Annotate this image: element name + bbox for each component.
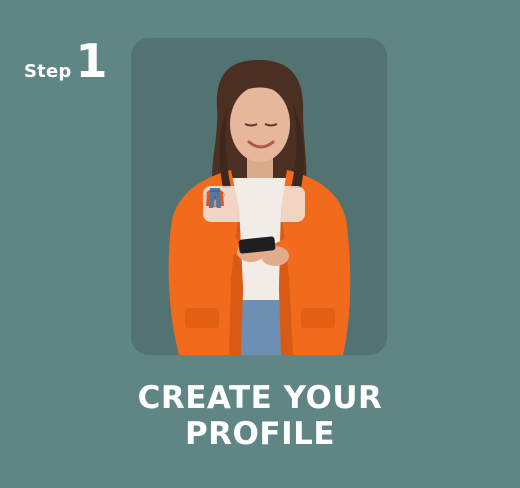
jeans-icon	[209, 188, 221, 208]
profile-photo-card	[131, 38, 387, 355]
step-word: Step	[24, 61, 72, 82]
headline: CREATE YOUR PROFILE	[0, 380, 520, 452]
step-number: 1	[75, 34, 108, 88]
step-indicator: Step 1	[24, 38, 107, 84]
headline-line-2: PROFILE	[184, 416, 336, 452]
outfit-icon-bar	[203, 186, 305, 222]
headline-line-1: CREATE YOUR	[137, 380, 383, 416]
